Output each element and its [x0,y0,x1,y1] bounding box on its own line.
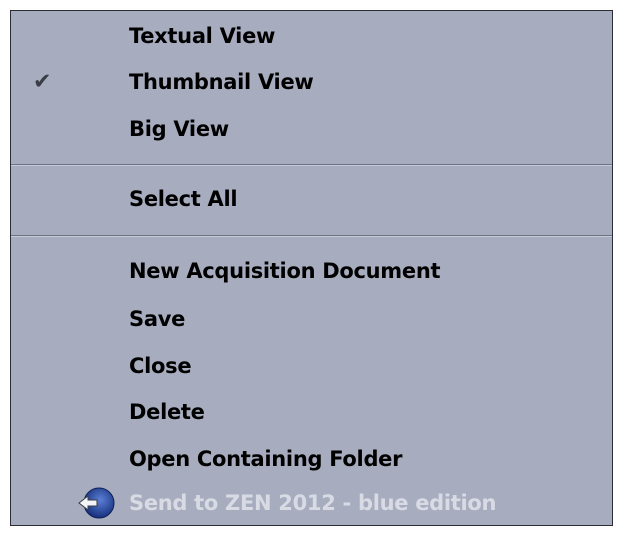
menu-item-label: Thumbnail View [129,70,314,94]
menu-item-big-view[interactable]: Big View [11,107,612,151]
context-menu: Textual View ✔ Thumbnail View Big View S… [10,10,613,526]
menu-item-label: Close [129,354,192,378]
menu-separator [11,164,612,166]
menu-item-label: New Acquisition Document [129,259,441,283]
zen-blue-edition-icon [78,487,115,519]
menu-item-label: Open Containing Folder [129,447,403,471]
menu-item-select-all[interactable]: Select All [11,177,612,221]
menu-item-label: Select All [129,187,238,211]
menu-separator [11,235,612,237]
menu-item-new-acquisition-document[interactable]: New Acquisition Document [11,249,612,293]
checkmark-icon: ✔ [33,69,52,95]
menu-item-label: Big View [129,117,229,141]
menu-item-thumbnail-view[interactable]: ✔ Thumbnail View [11,60,612,104]
menu-item-label: Send to ZEN 2012 - blue edition [129,491,497,515]
menu-item-label: Delete [129,400,205,424]
menu-item-save[interactable]: Save [11,297,612,341]
menu-item-open-containing-folder[interactable]: Open Containing Folder [11,437,612,481]
menu-item-label: Save [129,307,186,331]
menu-item-close[interactable]: Close [11,344,612,388]
menu-item-send-to-zen: Send to ZEN 2012 - blue edition [11,481,612,525]
menu-item-textual-view[interactable]: Textual View [11,14,612,58]
menu-item-delete[interactable]: Delete [11,390,612,434]
menu-item-label: Textual View [129,24,276,48]
